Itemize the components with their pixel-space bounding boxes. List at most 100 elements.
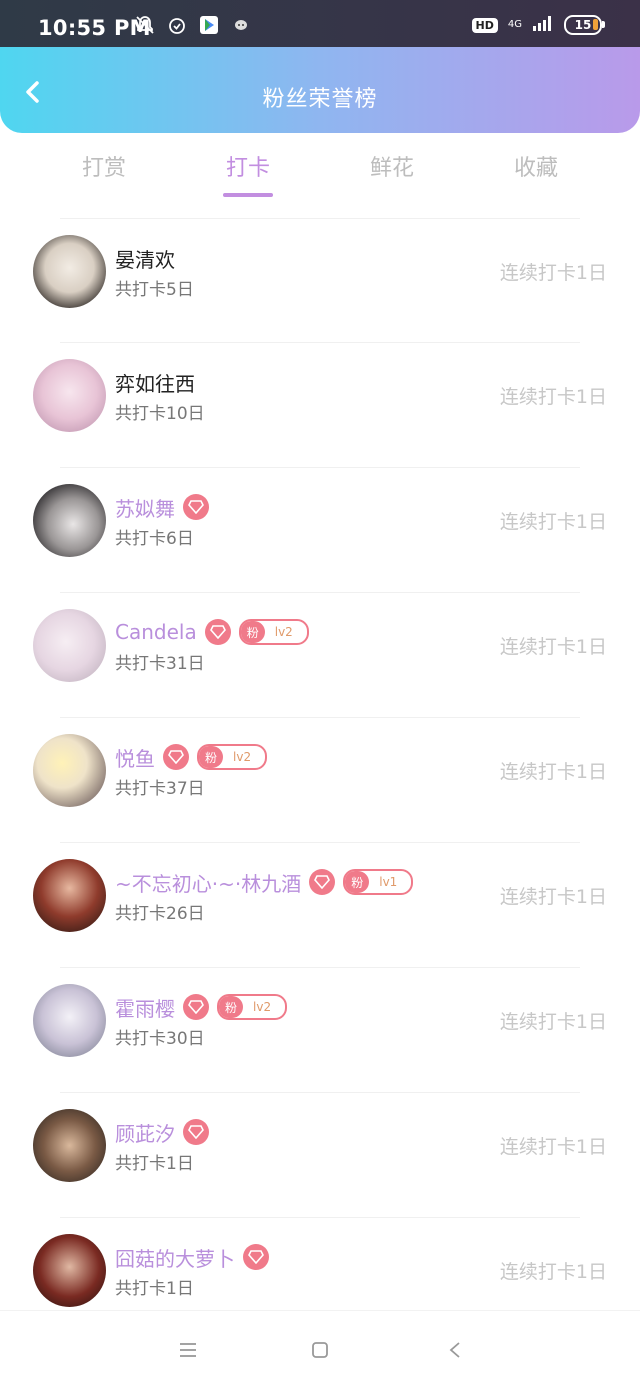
list-item[interactable]: 霍雨樱 粉 lv2 共打卡30日 连续打卡1日	[0, 967, 640, 1091]
tab-reward[interactable]: 打赏	[54, 150, 154, 182]
mute-bell-icon	[134, 14, 156, 36]
tab-underline	[223, 193, 273, 197]
total-checkin: 共打卡37日	[115, 779, 205, 799]
name-line: Candela 粉 lv2	[115, 617, 309, 647]
name-line: 囧菇的大萝卜	[115, 1242, 269, 1272]
fan-level: lv2	[233, 750, 252, 764]
total-checkin: 共打卡30日	[115, 1029, 205, 1049]
divider	[60, 1092, 580, 1093]
home-button[interactable]	[305, 1337, 335, 1363]
name-line: 弈如往西	[115, 367, 195, 397]
tab-flowers[interactable]: 鲜花	[342, 150, 442, 182]
fan-badge-label: 粉	[345, 871, 370, 893]
avatar[interactable]	[33, 1234, 106, 1307]
streak-checkin: 连续打卡1日	[499, 1011, 607, 1033]
list-item[interactable]: 苏姒舞 共打卡6日 连续打卡1日	[0, 467, 640, 591]
fan-level-badge: 粉 lv1	[343, 869, 414, 895]
diamond-icon	[183, 1119, 209, 1145]
hd-badge: HD	[471, 17, 498, 33]
streak-checkin: 连续打卡1日	[499, 1136, 607, 1158]
diamond-icon	[204, 619, 231, 645]
play-store-icon	[198, 14, 220, 36]
streak-checkin: 连续打卡1日	[499, 262, 607, 284]
diamond-icon	[243, 1244, 269, 1270]
fan-name: 囧菇的大萝卜	[115, 1246, 235, 1271]
fan-level: lv2	[274, 625, 293, 639]
page-title: 粉丝荣誉榜	[262, 87, 378, 112]
divider	[60, 467, 580, 468]
total-checkin: 共打卡1日	[115, 1279, 194, 1299]
list-item[interactable]: Candela 粉 lv2 共打卡31日 连续打卡1日	[0, 592, 640, 716]
fan-name: 悦鱼	[115, 746, 155, 771]
fan-badge-label: 粉	[240, 621, 265, 643]
list-item[interactable]: 晏清欢 共打卡5日 连续打卡1日	[0, 218, 640, 342]
total-checkin: 共打卡5日	[115, 280, 194, 300]
tab-checkin[interactable]: 打卡	[198, 150, 298, 197]
list-item[interactable]: 弈如往西 共打卡10日 连续打卡1日	[0, 342, 640, 466]
signal-icon	[532, 15, 554, 35]
list-item[interactable]: 悦鱼 粉 lv2 共打卡37日 连续打卡1日	[0, 717, 640, 841]
avatar[interactable]	[33, 609, 106, 682]
divider	[60, 592, 580, 593]
fan-name: 苏姒舞	[115, 496, 175, 521]
status-icons-left	[134, 14, 252, 36]
list-item[interactable]: ~不忘初心·~·林九酒 粉 lv1 共打卡26日 连续打卡1日	[0, 842, 640, 966]
total-checkin: 共打卡6日	[115, 529, 194, 549]
avatar[interactable]	[33, 1109, 106, 1182]
diamond-icon	[183, 994, 209, 1020]
fan-name: Candela	[115, 620, 197, 644]
avatar[interactable]	[33, 859, 106, 932]
diamond-icon	[183, 494, 209, 520]
divider	[60, 842, 580, 843]
divider	[60, 342, 580, 343]
avatar[interactable]	[33, 734, 106, 807]
menu-icon	[180, 1343, 196, 1357]
back-nav-button[interactable]	[440, 1337, 470, 1363]
avatar[interactable]	[33, 359, 106, 432]
name-line: 晏清欢	[115, 243, 175, 273]
fan-level: lv1	[379, 875, 398, 889]
header-bar: 粉丝荣誉榜	[0, 47, 640, 133]
name-line: ~不忘初心·~·林九酒 粉 lv1	[115, 867, 414, 897]
avatar[interactable]	[33, 235, 106, 308]
avatar[interactable]	[33, 484, 106, 557]
fan-name: 弈如往西	[115, 371, 195, 396]
name-line: 悦鱼 粉 lv2	[115, 742, 268, 772]
diamond-icon	[163, 744, 189, 770]
tab-bar: 打赏 打卡 鲜花 收藏	[0, 150, 640, 200]
fan-name: 霍雨樱	[115, 996, 175, 1021]
total-checkin: 共打卡31日	[115, 654, 205, 674]
total-checkin: 共打卡26日	[115, 904, 205, 924]
tab-favorites[interactable]: 收藏	[486, 150, 586, 182]
fan-name: 晏清欢	[115, 247, 175, 272]
streak-checkin: 连续打卡1日	[499, 386, 607, 408]
streak-checkin: 连续打卡1日	[499, 761, 607, 783]
battery-percent: 15	[574, 18, 592, 32]
total-checkin: 共打卡1日	[115, 1154, 194, 1174]
battery-indicator: 15	[564, 15, 605, 35]
name-line: 顾茈汐	[115, 1117, 209, 1147]
status-bar: 10:55 PM HD 4G 15	[0, 0, 640, 47]
home-square-icon	[312, 1342, 328, 1358]
alarm-icon	[166, 14, 188, 36]
diamond-icon	[309, 869, 336, 895]
streak-checkin: 连续打卡1日	[499, 886, 607, 908]
fan-level-badge: 粉 lv2	[197, 744, 268, 770]
fan-level-badge: 粉 lv2	[238, 619, 309, 645]
fan-level-badge: 粉 lv2	[217, 994, 288, 1020]
fan-badge-label: 粉	[199, 746, 224, 768]
fan-name: ~不忘初心·~·林九酒	[115, 871, 302, 896]
name-line: 苏姒舞	[115, 492, 209, 522]
status-icons-right: HD 4G 15	[471, 15, 605, 35]
divider	[60, 1217, 580, 1218]
streak-checkin: 连续打卡1日	[499, 511, 607, 533]
avatar[interactable]	[33, 984, 106, 1057]
network-type: 4G	[507, 19, 522, 30]
divider	[60, 717, 580, 718]
menu-button[interactable]	[173, 1337, 203, 1363]
list-item[interactable]: 顾茈汐 共打卡1日 连续打卡1日	[0, 1092, 640, 1216]
divider	[60, 967, 580, 968]
streak-checkin: 连续打卡1日	[499, 1261, 607, 1283]
fan-badge-label: 粉	[219, 996, 244, 1018]
tab-checkin-label: 打卡	[225, 156, 270, 181]
